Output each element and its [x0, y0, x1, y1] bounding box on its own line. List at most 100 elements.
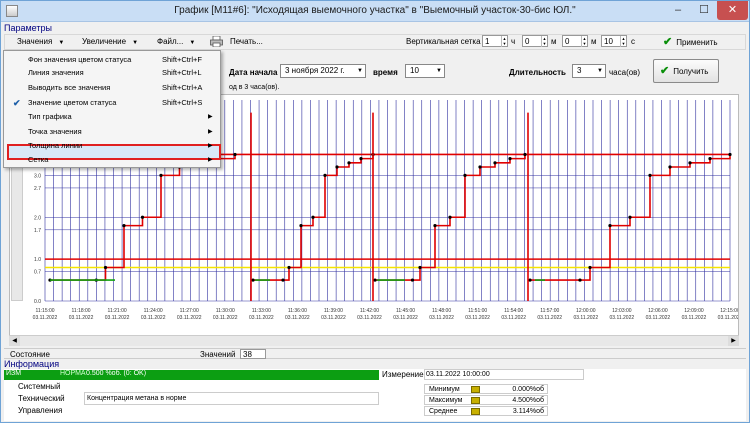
x-tick-date: 03.11.2022: [285, 315, 310, 321]
seconds2-unit: с: [631, 37, 635, 46]
y-tick-label: 2.7: [34, 186, 41, 192]
x-tick-label: 11:24:00: [144, 308, 163, 314]
scroll-left-icon[interactable]: ◀: [9, 336, 20, 346]
duration-label: Длительность: [509, 68, 566, 77]
hours-stepper[interactable]: 1 ▲ ▼: [482, 35, 508, 47]
x-tick-label: 11:27:00: [180, 308, 199, 314]
y-tick-label: 0.0: [34, 299, 41, 305]
max-row: Максимум 4.500%об: [424, 395, 548, 405]
stat-icon: [471, 397, 480, 404]
values-dropdown-menu: Фон значения цветом статуса Shift+Ctrl+F …: [3, 50, 221, 168]
x-tick-label: 11:15:00: [35, 308, 54, 314]
avg-row: Среднее 3.114%об: [424, 406, 548, 416]
data-point: [628, 215, 632, 219]
menu-item-line-width[interactable]: Толщина линии ▶: [4, 140, 220, 152]
tech-label: Технический: [18, 394, 65, 403]
get-button[interactable]: ✔ Получить: [653, 59, 719, 83]
x-tick-label: 11:36:00: [288, 308, 307, 314]
seconds-unit: м: [591, 37, 597, 46]
data-point: [478, 165, 482, 169]
info-section-title: Информация: [4, 359, 60, 369]
chevron-down-icon[interactable]: ▼: [595, 65, 605, 77]
measure-value: 03.11.2022 10:00:00: [424, 369, 584, 380]
y-tick-label: 2.0: [34, 215, 41, 221]
maximize-button[interactable]: ☐: [691, 1, 717, 20]
x-tick-label: 11:39:00: [324, 308, 343, 314]
seconds2-stepper[interactable]: 10 ▲ ▼: [601, 35, 627, 47]
x-tick-date: 03.11.2022: [357, 315, 382, 321]
menu-values[interactable]: Значения ▼: [17, 37, 64, 46]
window-title: График [M11#6]: "Исходящая выемочного уч…: [174, 5, 576, 16]
x-tick-date: 03.11.2022: [321, 315, 346, 321]
measurement-status-bar: ИЗМ НОРМА 0.500 %об. (0: OK): [4, 370, 379, 380]
time-select[interactable]: 10 ▼: [405, 64, 445, 78]
menu-item-status-color[interactable]: ✔ Значение цветом статуса Shift+Ctrl+S: [4, 97, 220, 109]
x-tick-label: 12:09:00: [684, 308, 704, 314]
menu-print[interactable]: Печать...: [230, 37, 263, 46]
horizontal-scrollbar[interactable]: ◀ ▶: [9, 335, 739, 346]
checkmark-icon: ✔: [660, 65, 670, 77]
data-point: [448, 215, 452, 219]
stepper-arrows-icon[interactable]: ▲ ▼: [501, 36, 507, 47]
chevron-down-icon: ▼: [58, 40, 65, 46]
x-tick-label: 11:45:00: [396, 308, 415, 314]
chevron-down-icon: ▼: [132, 40, 139, 46]
state-label: Состояние: [10, 350, 50, 359]
system-label: Системный: [18, 382, 61, 391]
stepper-arrows-icon[interactable]: ▲ ▼: [541, 36, 547, 47]
menu-item-value-point[interactable]: Точка значения ▶: [4, 126, 220, 138]
info-panel: ИЗМ НОРМА 0.500 %об. (0: OK) Системный Т…: [4, 369, 746, 421]
values-label: Значений: [200, 350, 236, 359]
apply-button[interactable]: ✔ Применить: [663, 35, 718, 48]
x-tick-date: 03.11.2022: [393, 315, 418, 321]
data-point: [122, 224, 126, 228]
vertical-grid-label: Вертикальная сетка: [406, 37, 481, 46]
minutes-stepper[interactable]: 0 ▲ ▼: [522, 35, 548, 47]
main-window: График [M11#6]: "Исходящая выемочного уч…: [0, 0, 750, 423]
menu-item-status-bg[interactable]: Фон значения цветом статуса Shift+Ctrl+F: [4, 54, 220, 66]
data-point: [668, 165, 672, 169]
x-tick-date: 03.11.2022: [501, 315, 526, 321]
chart-subtitle: од в 3 часа(ов).: [229, 84, 280, 91]
x-tick-label: 11:57:00: [540, 308, 559, 314]
time-label: время: [373, 68, 398, 77]
close-button[interactable]: ✕: [717, 1, 748, 20]
data-point: [418, 265, 422, 270]
data-point: [140, 215, 145, 219]
y-tick-label: 0.7: [34, 270, 41, 276]
tech-message: Концентрация метана в норме: [84, 392, 379, 405]
x-tick-label: 12:03:00: [612, 308, 632, 314]
x-tick-date: 03.11.2022: [177, 315, 202, 321]
menu-file[interactable]: Файл... ▼: [157, 37, 195, 46]
data-point: [433, 224, 437, 228]
data-point: [523, 152, 527, 157]
x-tick-label: 11:54:00: [504, 308, 523, 314]
stepper-arrows-icon[interactable]: ▲ ▼: [620, 36, 626, 47]
data-point: [323, 173, 327, 177]
printer-icon[interactable]: [210, 36, 223, 47]
menu-item-chart-type[interactable]: Тип графика ▶: [4, 111, 220, 123]
chevron-down-icon[interactable]: ▼: [355, 65, 365, 77]
x-tick-label: 11:33:00: [252, 308, 271, 314]
menu-item-show-all[interactable]: Выводить все значения Shift+Ctrl+A: [4, 82, 220, 94]
scroll-right-icon[interactable]: ▶: [728, 336, 739, 346]
control-label: Управления: [18, 406, 63, 415]
menu-zoom[interactable]: Увеличение ▼: [82, 37, 138, 46]
data-point: [281, 278, 285, 282]
seconds-stepper[interactable]: 0 ▲ ▼: [562, 35, 588, 47]
date-picker[interactable]: 3 ноября 2022 г. ▼: [280, 64, 366, 78]
duration-select[interactable]: 3 ▼: [572, 64, 606, 78]
stat-icon: [471, 386, 480, 393]
stepper-arrows-icon[interactable]: ▲ ▼: [581, 36, 587, 47]
data-point: [728, 152, 732, 157]
chevron-down-icon[interactable]: ▼: [434, 65, 444, 77]
menu-item-grid[interactable]: Сетка ▶: [4, 154, 220, 166]
x-tick-date: 03.11.2022: [249, 315, 274, 321]
minimize-button[interactable]: –: [665, 1, 691, 20]
vertical-scrollbar[interactable]: [11, 161, 23, 301]
data-point: [233, 152, 237, 157]
x-tick-label: 12:15:00: [720, 308, 738, 314]
x-tick-label: 12:00:00: [576, 308, 596, 314]
data-point: [103, 265, 108, 270]
menu-item-value-line[interactable]: Линия значения Shift+Ctrl+L: [4, 67, 220, 79]
